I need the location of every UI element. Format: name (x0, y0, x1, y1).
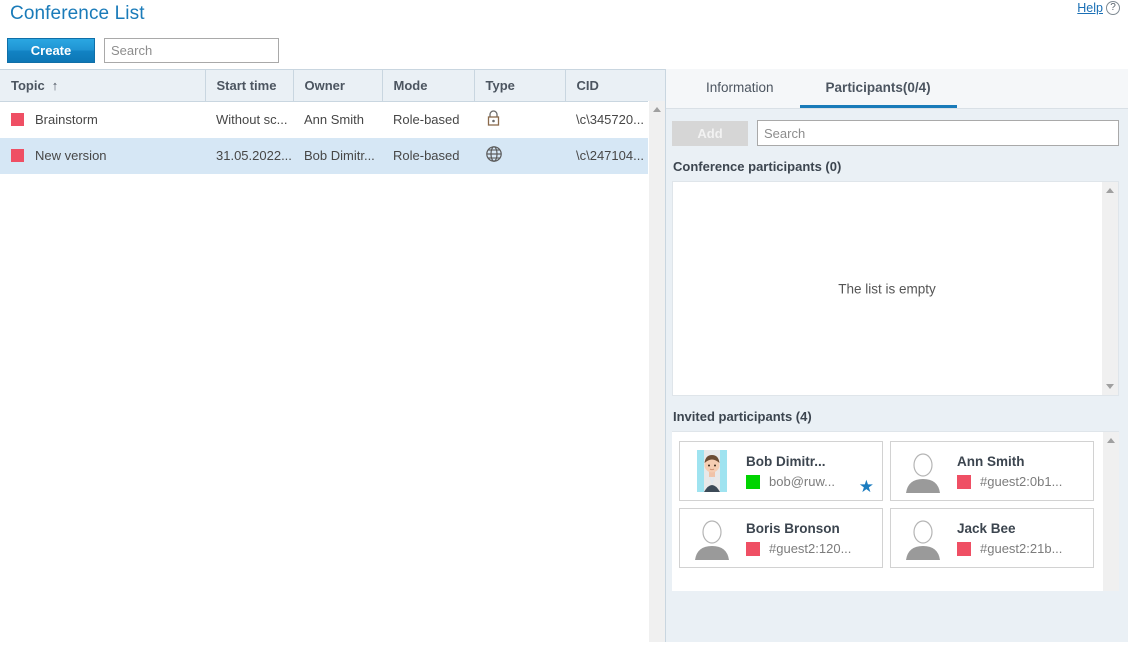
invited-list-scrollbar[interactable] (1103, 432, 1119, 591)
add-participant-button[interactable]: Add (672, 121, 748, 146)
participant-id-row: #guest2:0b1... (957, 473, 1062, 491)
conference-participants-list: The list is empty (672, 181, 1119, 396)
invited-cards-grid: Bob Dimitr... bob@ruw... ★ Ann Smith (672, 432, 1119, 568)
cell-start-time: 31.05.2022... (205, 138, 293, 174)
participant-name: Boris Bronson (746, 521, 840, 536)
participant-id: #guest2:120... (769, 540, 851, 558)
participant-id: #guest2:21b... (980, 540, 1062, 558)
create-button[interactable]: Create (7, 38, 95, 63)
cell-topic: Brainstorm (0, 102, 205, 138)
participant-name: Bob Dimitr... (746, 454, 826, 469)
help-group[interactable]: Help ? (1077, 1, 1120, 15)
participant-id: #guest2:0b1... (980, 473, 1062, 491)
table-vertical-scrollbar[interactable] (648, 101, 665, 642)
table-header-row: Topic ↑ Start time Owner Mode Type CID (0, 70, 665, 102)
participant-id-row: #guest2:21b... (957, 540, 1062, 558)
participant-card[interactable]: Bob Dimitr... bob@ruw... ★ (679, 441, 883, 501)
sort-ascending-icon[interactable]: ↑ (52, 78, 59, 93)
status-square-icon (746, 542, 760, 556)
tab-information[interactable]: Information (680, 69, 800, 108)
toolbar: Create (0, 32, 1128, 69)
status-square-icon (746, 475, 760, 489)
lock-icon (485, 109, 502, 130)
status-square-icon (957, 475, 971, 489)
invited-participants-list: Bob Dimitr... bob@ruw... ★ Ann Smith (672, 431, 1119, 591)
empty-list-message: The list is empty (673, 281, 1101, 296)
topic-label: New version (35, 148, 107, 163)
scroll-up-arrow-icon[interactable] (1103, 432, 1120, 449)
participant-name: Jack Bee (957, 521, 1016, 536)
detail-tabs: Information Participants(0/4) (666, 69, 1128, 109)
participants-action-row: Add (666, 109, 1128, 146)
participant-card[interactable]: Boris Bronson #guest2:120... (679, 508, 883, 568)
person-avatar (897, 515, 949, 561)
participant-info: Boris Bronson #guest2:120... (738, 519, 851, 558)
scroll-up-arrow-icon[interactable] (649, 101, 666, 118)
detail-pane: Information Participants(0/4) Add Confer… (665, 69, 1128, 642)
cell-owner: Ann Smith (293, 102, 382, 138)
table-row[interactable]: Brainstorm Without sc... Ann Smith Role-… (0, 102, 665, 138)
column-header-mode[interactable]: Mode (382, 70, 474, 102)
cell-type (474, 102, 565, 138)
participant-search-input[interactable] (757, 120, 1119, 146)
search-input[interactable] (104, 38, 279, 63)
person-avatar (686, 515, 738, 561)
participant-id: bob@ruw... (769, 473, 835, 491)
column-header-cid[interactable]: CID (565, 70, 665, 102)
participant-info: Bob Dimitr... bob@ruw... (738, 452, 835, 491)
table-row[interactable]: New version 31.05.2022... Bob Dimitr... … (0, 138, 665, 174)
column-header-owner[interactable]: Owner (293, 70, 382, 102)
owner-star-icon: ★ (859, 478, 874, 495)
cell-mode: Role-based (382, 102, 474, 138)
scroll-up-arrow-icon[interactable] (1102, 182, 1119, 199)
cell-mode: Role-based (382, 138, 474, 174)
topic-label: Brainstorm (35, 112, 98, 127)
participant-id-row: #guest2:120... (746, 540, 851, 558)
status-square-icon (11, 113, 24, 126)
participant-card[interactable]: Ann Smith #guest2:0b1... (890, 441, 1094, 501)
cell-owner: Bob Dimitr... (293, 138, 382, 174)
photo-avatar (686, 448, 738, 494)
participants-list-scrollbar[interactable] (1102, 182, 1118, 395)
column-label-topic: Topic (11, 78, 45, 93)
column-header-topic[interactable]: Topic ↑ (0, 70, 205, 102)
help-link[interactable]: Help (1077, 1, 1103, 15)
participant-info: Ann Smith #guest2:0b1... (949, 452, 1062, 491)
participant-info: Jack Bee #guest2:21b... (949, 519, 1062, 558)
status-square-icon (957, 542, 971, 556)
page-header: Conference List Help ? (0, 0, 1128, 32)
cell-start-time: Without sc... (205, 102, 293, 138)
invited-participants-title: Invited participants (4) (666, 396, 1128, 431)
participant-name: Ann Smith (957, 454, 1025, 469)
conference-participants-title: Conference participants (0) (666, 146, 1128, 181)
status-square-icon (11, 149, 24, 162)
conference-table-pane: Topic ↑ Start time Owner Mode Type CID Br… (0, 69, 665, 642)
participant-id-row: bob@ruw... (746, 473, 835, 491)
cell-type (474, 138, 565, 174)
tab-participants[interactable]: Participants(0/4) (800, 69, 957, 108)
scroll-down-arrow-icon[interactable] (1102, 378, 1119, 395)
person-avatar (897, 448, 949, 494)
column-header-type[interactable]: Type (474, 70, 565, 102)
page-title: Conference List (10, 3, 145, 25)
participant-card[interactable]: Jack Bee #guest2:21b... (890, 508, 1094, 568)
conference-table: Topic ↑ Start time Owner Mode Type CID Br… (0, 69, 665, 174)
main-content: Topic ↑ Start time Owner Mode Type CID Br… (0, 69, 1128, 642)
cell-topic: New version (0, 138, 205, 174)
column-header-start-time[interactable]: Start time (205, 70, 293, 102)
globe-icon (485, 145, 503, 166)
question-circle-icon[interactable]: ? (1106, 1, 1120, 15)
